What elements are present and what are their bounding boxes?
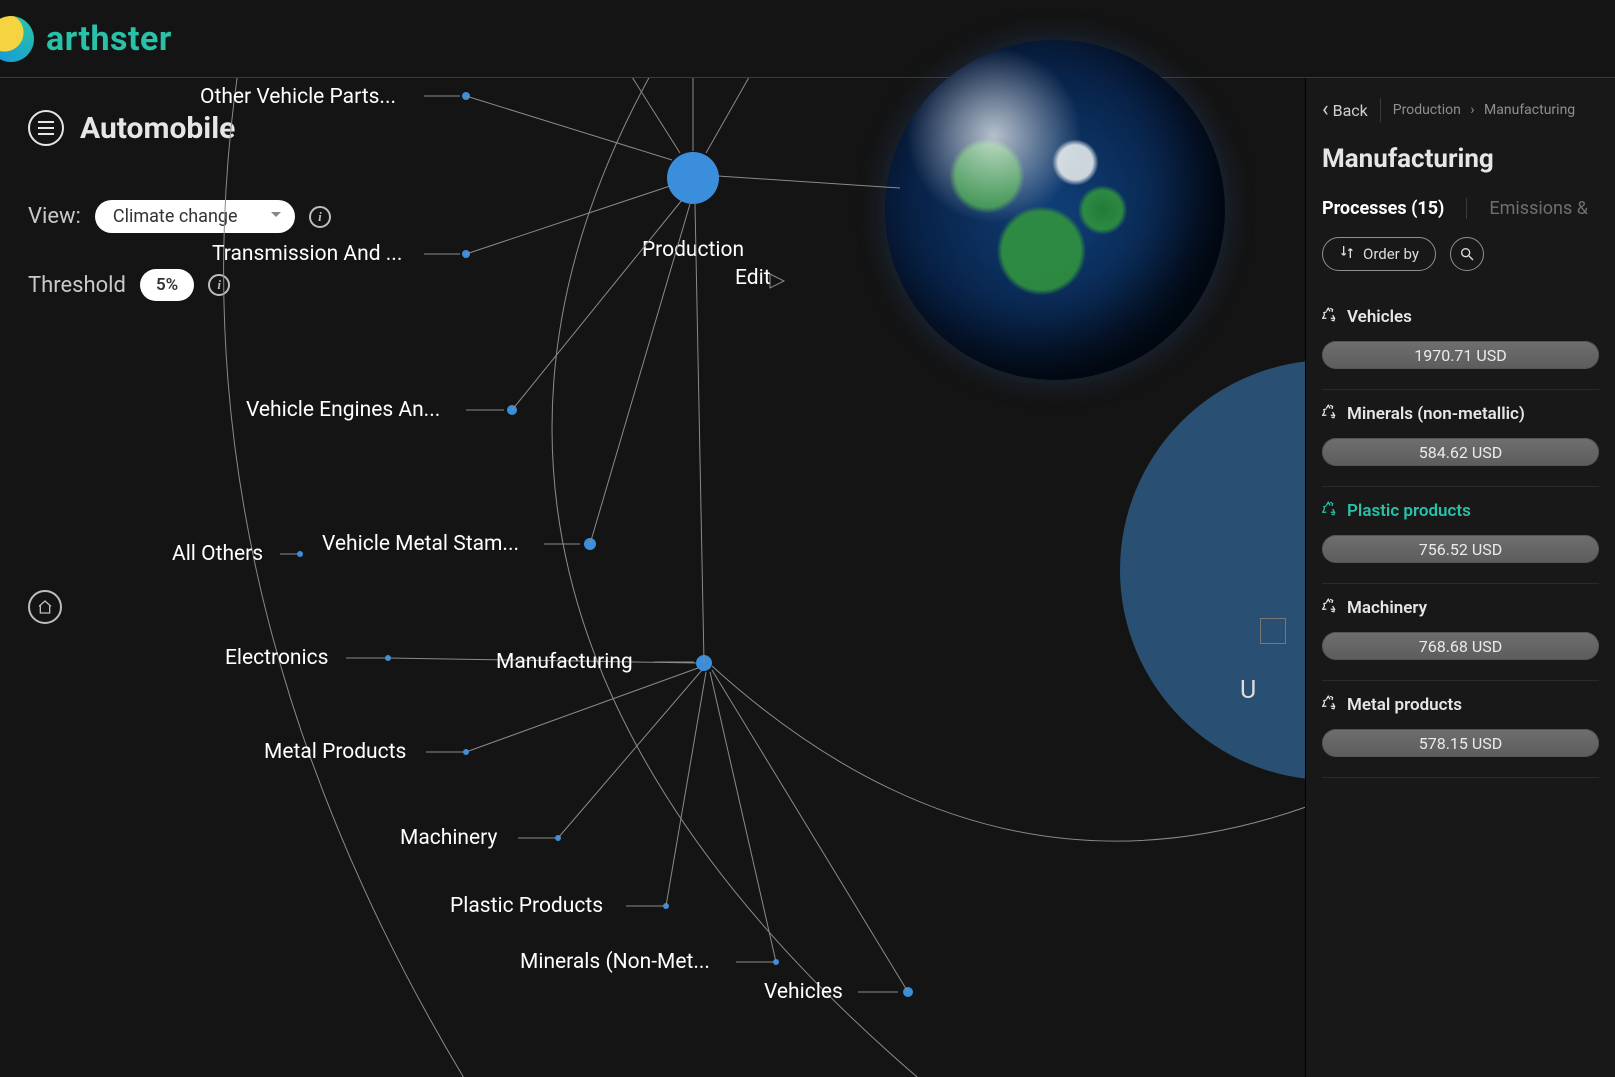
breadcrumb[interactable]: Production › Manufacturing — [1393, 102, 1575, 118]
svg-text:Vehicle Metal Stam...: Vehicle Metal Stam... — [322, 532, 519, 556]
svg-text:Electronics: Electronics — [225, 646, 328, 670]
brand-logo[interactable]: arthster — [0, 16, 172, 62]
process-value: 1970.71 USD — [1322, 341, 1599, 369]
side-panel: Back Production › Manufacturing Manufact… — [1305, 78, 1615, 1077]
process-value: 578.15 USD — [1322, 729, 1599, 757]
process-value: 584.62 USD — [1322, 438, 1599, 466]
node-other-vehicle-parts[interactable]: Other Vehicle Parts... — [200, 85, 672, 160]
process-name: Metal products — [1347, 695, 1462, 715]
node-all-others[interactable]: All Others — [172, 542, 303, 566]
production-label: Production — [642, 238, 744, 262]
svg-text:Vehicles: Vehicles — [764, 980, 843, 1004]
node-manufacturing[interactable]: Manufacturing — [496, 204, 712, 674]
recycle-icon — [1322, 501, 1337, 521]
order-by-button[interactable]: Order by — [1322, 237, 1436, 271]
node-transmission[interactable]: Transmission And ... — [212, 186, 670, 266]
svg-text:Transmission And ...: Transmission And ... — [212, 242, 402, 266]
tab-emissions[interactable]: Emissions & — [1489, 198, 1588, 219]
sort-icon — [1339, 244, 1355, 264]
side-panel-title: Manufacturing — [1306, 134, 1615, 198]
process-item[interactable]: Vehicles 1970.71 USD — [1322, 293, 1599, 390]
recycle-icon — [1322, 598, 1337, 618]
process-item[interactable]: Metal products 578.15 USD — [1322, 681, 1599, 778]
svg-text:Other Vehicle Parts...: Other Vehicle Parts... — [200, 85, 396, 109]
production-node[interactable] — [667, 152, 719, 204]
side-tabs: Processes (15) Emissions & — [1306, 198, 1615, 237]
process-graph[interactable]: Production Edit Other Vehicle Parts... T… — [0, 78, 1305, 1077]
svg-text:All Others: All Others — [172, 542, 263, 566]
process-item[interactable]: Plastic products 756.52 USD — [1322, 487, 1599, 584]
process-name: Machinery — [1347, 598, 1427, 618]
svg-text:Edit: Edit — [735, 266, 771, 290]
process-name: Vehicles — [1347, 307, 1412, 327]
brand-name: arthster — [46, 19, 172, 59]
search-button[interactable] — [1450, 237, 1484, 271]
process-value: 768.68 USD — [1322, 632, 1599, 660]
edit-button[interactable]: Edit — [735, 266, 784, 290]
node-machinery[interactable]: Machinery — [400, 670, 702, 850]
node-plastic-products[interactable]: Plastic Products — [450, 672, 706, 918]
recycle-icon — [1322, 404, 1337, 424]
divider — [1380, 98, 1381, 122]
svg-text:Metal Products: Metal Products — [264, 740, 406, 764]
process-item[interactable]: Minerals (non-metallic) 584.62 USD — [1322, 390, 1599, 487]
process-name: Minerals (non-metallic) — [1347, 404, 1525, 424]
node-vehicles[interactable]: Vehicles — [712, 670, 913, 1004]
svg-text:Machinery: Machinery — [400, 826, 497, 850]
topbar: arthster — [0, 0, 1615, 78]
process-item[interactable]: Machinery 768.68 USD — [1322, 584, 1599, 681]
process-name: Plastic products — [1347, 501, 1471, 521]
svg-text:Manufacturing: Manufacturing — [496, 650, 633, 674]
svg-text:Plastic Products: Plastic Products — [450, 894, 603, 918]
tab-processes[interactable]: Processes (15) — [1322, 198, 1444, 219]
node-minerals[interactable]: Minerals (Non-Met... — [520, 672, 779, 974]
divider — [1466, 198, 1467, 219]
process-value: 756.52 USD — [1322, 535, 1599, 563]
back-button[interactable]: Back — [1322, 99, 1368, 121]
svg-text:Minerals (Non-Met...: Minerals (Non-Met... — [520, 950, 710, 974]
recycle-icon — [1322, 307, 1337, 327]
svg-text:Vehicle Engines An...: Vehicle Engines An... — [246, 398, 440, 422]
node-metal-products[interactable]: Metal Products — [264, 668, 698, 764]
logo-globe-icon — [0, 16, 34, 62]
node-vehicle-engines[interactable]: Vehicle Engines An... — [246, 200, 682, 422]
recycle-icon — [1322, 695, 1337, 715]
